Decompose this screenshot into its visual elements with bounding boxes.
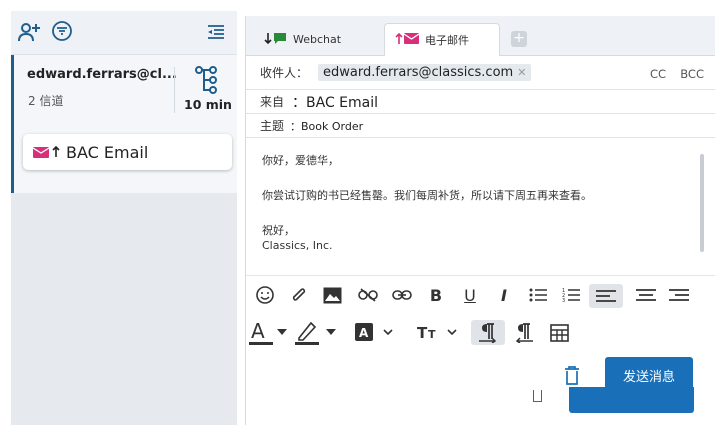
recipient-chip[interactable]: edward.ferrars@classics.com ✕ bbox=[318, 64, 532, 81]
conversation-divider bbox=[174, 67, 175, 113]
subject-label: 主题 bbox=[260, 119, 285, 133]
ltr-direction-icon[interactable] bbox=[471, 320, 505, 345]
unlink-icon[interactable] bbox=[356, 284, 380, 306]
recipient-chip-label: edward.ferrars@classics.com bbox=[323, 65, 514, 80]
chat-bubble-icon bbox=[273, 32, 287, 48]
tab-email[interactable]: 电子邮件 bbox=[384, 23, 500, 56]
svg-text:T: T bbox=[417, 324, 428, 340]
add-tab-button[interactable]: + bbox=[511, 31, 527, 47]
message-body[interactable]: 你好，爱德华， 你尝试订购的书已经售罄。我们每周补货，所以请下周五再来查看。 祝… bbox=[262, 154, 592, 253]
body-closing: 祝好， bbox=[262, 223, 295, 237]
cc-link[interactable]: CC bbox=[650, 67, 666, 81]
table-icon[interactable] bbox=[547, 321, 571, 345]
bulleted-list-icon[interactable] bbox=[527, 284, 549, 306]
conversation-email: edward.ferrars@cl... bbox=[27, 67, 177, 82]
text-color-dropdown-icon[interactable] bbox=[276, 324, 288, 340]
chevron-down-icon[interactable] bbox=[381, 324, 395, 340]
from-label: 来自 bbox=[260, 95, 285, 109]
trash-icon[interactable] bbox=[564, 366, 580, 389]
branch-icon bbox=[194, 66, 220, 94]
align-center-icon[interactable] bbox=[633, 284, 659, 306]
send-message-button[interactable]: 发送消息 bbox=[605, 357, 693, 394]
outgoing-arrow-icon bbox=[395, 32, 403, 48]
image-icon[interactable] bbox=[320, 284, 344, 306]
email-envelope-icon bbox=[32, 143, 50, 162]
underline-icon[interactable]: U bbox=[460, 284, 480, 306]
tab-webchat[interactable]: Webchat bbox=[258, 23, 388, 56]
conversation-list-toolbar bbox=[11, 11, 237, 55]
channel-card-label: BAC Email bbox=[66, 142, 149, 162]
collapse-list-icon[interactable] bbox=[205, 21, 227, 43]
subject-value[interactable]: ：Book Order bbox=[290, 118, 363, 134]
channel-card-email[interactable]: BAC Email bbox=[23, 134, 232, 170]
from-field: 来自 ：BAC Email bbox=[246, 90, 715, 114]
svg-text:3: 3 bbox=[562, 298, 565, 303]
body-greeting: 你好，爱德华， bbox=[262, 154, 339, 167]
from-value[interactable]: ：BAC Email bbox=[292, 92, 378, 112]
font-background-icon[interactable]: A bbox=[354, 322, 374, 342]
conversation-time: 10 min bbox=[184, 97, 232, 112]
bcc-link[interactable]: BCC bbox=[680, 67, 704, 81]
channel-tabs-bar: Webchat 电子邮件 + bbox=[246, 16, 715, 56]
tab-email-label: 电子邮件 bbox=[425, 34, 469, 47]
conversation-list-panel: edward.ferrars@cl... 2 信道 10 min BAC Ema… bbox=[11, 11, 237, 425]
svg-text:A: A bbox=[251, 319, 265, 343]
chevron-down-icon[interactable] bbox=[445, 324, 459, 340]
remove-recipient-icon[interactable]: ✕ bbox=[517, 66, 526, 79]
svg-text:T: T bbox=[428, 328, 436, 340]
align-right-icon[interactable] bbox=[666, 284, 692, 306]
filter-icon[interactable] bbox=[50, 19, 74, 43]
link-icon[interactable] bbox=[390, 284, 414, 306]
highlight-icon[interactable] bbox=[294, 319, 320, 345]
text-color-icon[interactable]: A bbox=[248, 319, 274, 345]
subject-field: 主题 ：Book Order bbox=[246, 114, 715, 138]
body-scrollbar[interactable] bbox=[700, 154, 704, 252]
to-label: 收件人： bbox=[260, 66, 309, 80]
tab-webchat-label: Webchat bbox=[293, 33, 342, 46]
body-line: 你尝试订购的书已经售罄。我们每周补货，所以请下周五再来查看。 bbox=[262, 188, 592, 202]
outgoing-arrow-icon bbox=[52, 143, 60, 162]
body-signature: Classics, Inc. bbox=[262, 238, 333, 252]
to-field: 收件人： edward.ferrars@classics.com ✕ CC BC… bbox=[246, 56, 715, 90]
align-left-icon[interactable] bbox=[589, 284, 623, 308]
italic-icon[interactable]: I bbox=[494, 284, 514, 306]
attachment-icon[interactable] bbox=[288, 284, 310, 306]
svg-text:A: A bbox=[359, 326, 369, 340]
numbered-list-icon[interactable]: 123 bbox=[560, 284, 582, 306]
emoji-icon[interactable] bbox=[254, 284, 276, 306]
conversation-channel-count: 2 信道 bbox=[28, 94, 64, 108]
compose-pane: Webchat 电子邮件 + 收件人： edward.ferrars@class… bbox=[245, 16, 715, 425]
bold-icon[interactable]: B bbox=[426, 284, 446, 306]
toolbar-divider bbox=[246, 275, 715, 276]
ghost-artifact bbox=[533, 390, 542, 402]
incoming-arrow-icon bbox=[264, 32, 272, 47]
font-size-icon[interactable]: TT bbox=[416, 322, 440, 342]
rtl-direction-icon[interactable] bbox=[512, 320, 536, 345]
highlight-dropdown-icon[interactable] bbox=[325, 324, 337, 340]
conversation-item[interactable]: edward.ferrars@cl... 2 信道 10 min BAC Ema… bbox=[11, 55, 237, 193]
add-contact-icon[interactable] bbox=[17, 19, 43, 45]
email-envelope-icon bbox=[403, 33, 420, 47]
